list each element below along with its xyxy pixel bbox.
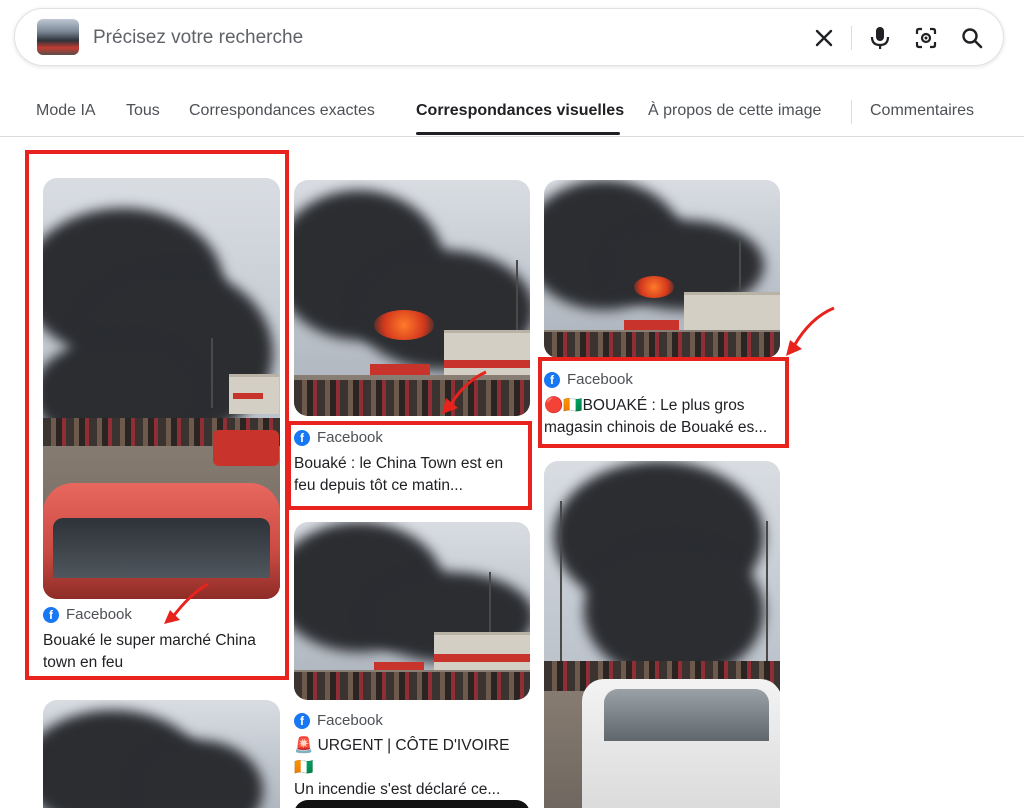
microphone-icon[interactable] (865, 23, 895, 53)
active-tab-underline (416, 132, 620, 135)
tab-mode-ia[interactable]: Mode IA (36, 102, 96, 120)
search-divider (851, 26, 852, 50)
search-icon[interactable] (957, 23, 987, 53)
result-title[interactable]: 🚨 URGENT | CÔTE D'IVOIRE 🇨🇮 Un incendie … (294, 735, 530, 801)
result-thumbnail[interactable] (294, 180, 530, 416)
result-source: f Facebook (544, 371, 633, 388)
source-label: Facebook (317, 712, 383, 729)
result-card[interactable] (294, 800, 530, 808)
result-title[interactable]: Bouaké : le China Town est en feu depuis… (294, 453, 530, 497)
search-bar (14, 8, 1004, 66)
search-input[interactable] (93, 26, 773, 50)
source-label: Facebook (317, 429, 383, 446)
result-card[interactable]: f Facebook Bouaké : le China Town est en… (294, 180, 530, 500)
result-thumbnail[interactable] (43, 700, 280, 808)
camera-lens-icon[interactable] (911, 23, 941, 53)
result-thumbnail[interactable] (544, 180, 780, 358)
facebook-icon: f (544, 371, 560, 388)
tab-visual-matches[interactable]: Correspondances visuelles (416, 102, 624, 120)
source-label: Facebook (567, 371, 633, 388)
result-source: f Facebook (43, 606, 132, 623)
result-title-line: 🔴🇨🇮BOUAKÉ : Le plus gros (544, 397, 745, 414)
result-card[interactable]: f Facebook Bouaké le super marché China … (43, 178, 280, 673)
result-card[interactable]: f Facebook 🚨 URGENT | CÔTE D'IVOIRE 🇨🇮 U… (294, 522, 530, 798)
result-thumbnail[interactable] (43, 178, 280, 599)
facebook-icon: f (294, 712, 310, 729)
tab-separator (851, 100, 852, 124)
tab-about-image[interactable]: À propos de cette image (648, 102, 821, 120)
result-title-line: feu depuis tôt ce matin... (294, 477, 463, 494)
result-card[interactable]: f Facebook 🔴🇨🇮BOUAKÉ : Le plus gros maga… (544, 180, 780, 445)
result-title-line: Bouaké le super marché China (43, 632, 256, 649)
tab-bar: Mode IA Tous Correspondances exactes Cor… (0, 90, 1024, 136)
tabs-divider (0, 136, 1024, 137)
result-thumbnail[interactable] (544, 461, 780, 808)
result-thumbnail[interactable] (294, 522, 530, 700)
source-label: Facebook (66, 606, 132, 623)
facebook-icon: f (43, 606, 59, 623)
result-title-line: Bouaké : le China Town est en (294, 455, 504, 472)
result-card[interactable] (43, 700, 280, 808)
result-source: f Facebook (294, 712, 383, 729)
result-card[interactable] (544, 461, 780, 808)
facebook-icon: f (294, 429, 310, 446)
tab-exact-matches[interactable]: Correspondances exactes (189, 102, 375, 120)
result-title[interactable]: Bouaké le super marché China town en feu (43, 630, 280, 674)
arrow-annotation (786, 306, 835, 356)
result-title-line: magasin chinois de Bouaké es... (544, 419, 768, 436)
query-image-thumbnail[interactable] (37, 19, 79, 55)
result-title-line: 🚨 URGENT | CÔTE D'IVOIRE 🇨🇮 (294, 737, 510, 776)
tab-comments[interactable]: Commentaires (870, 102, 974, 120)
result-thumbnail[interactable] (294, 800, 530, 808)
result-title-line: town en feu (43, 654, 124, 671)
result-source: f Facebook (294, 429, 383, 446)
clear-icon[interactable] (809, 23, 839, 53)
tab-tous[interactable]: Tous (126, 102, 160, 120)
result-title-line: Un incendie s'est déclaré ce... (294, 781, 501, 798)
result-title[interactable]: 🔴🇨🇮BOUAKÉ : Le plus gros magasin chinois… (544, 395, 780, 439)
